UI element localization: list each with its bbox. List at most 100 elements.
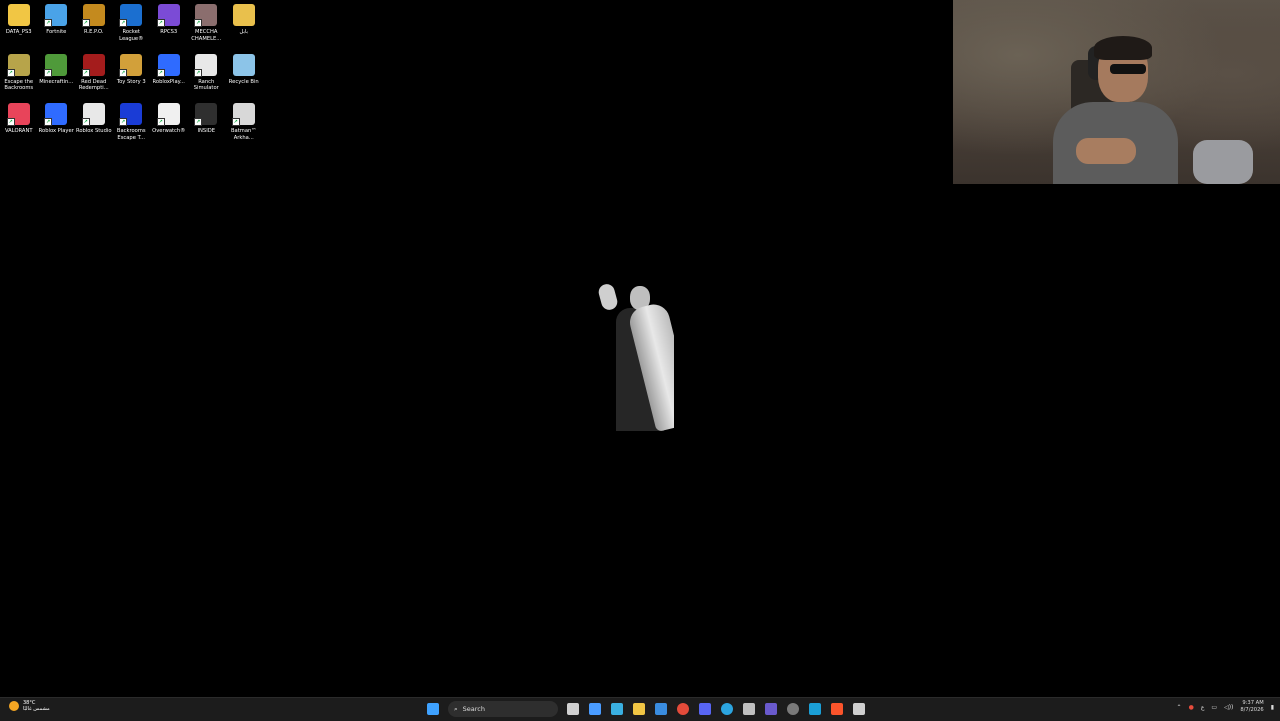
desktop-icon-label: Minecraftin... bbox=[39, 78, 74, 85]
meccha-chameleon-icon: ↗ bbox=[194, 4, 218, 27]
telegram-button[interactable] bbox=[717, 700, 737, 718]
overwatch-icon: ↗ bbox=[156, 103, 180, 126]
brave-button[interactable] bbox=[827, 700, 847, 718]
shortcut-arrow-icon: ↗ bbox=[81, 19, 90, 27]
shortcut-arrow-icon: ↗ bbox=[44, 118, 53, 126]
clock[interactable]: 9:37 AM 8/7/2026 bbox=[1240, 700, 1263, 714]
desktop-icon-label: Overwatch® bbox=[152, 128, 186, 134]
desktop-icon-label: INSIDE bbox=[197, 128, 215, 134]
desktop-icon[interactable]: Recycle Bin bbox=[225, 52, 263, 102]
shortcut-arrow-icon: ↗ bbox=[6, 118, 15, 126]
start-button[interactable] bbox=[423, 700, 443, 718]
recycle-bin-icon bbox=[232, 53, 255, 76]
desktop-icon[interactable]: بابل bbox=[225, 2, 263, 52]
copilot-button[interactable] bbox=[607, 700, 627, 718]
backrooms-escape-icon: ↗ bbox=[119, 103, 143, 126]
search-input[interactable]: ⌕ Search bbox=[448, 701, 558, 717]
chrome-icon bbox=[677, 703, 689, 715]
diamond-icon bbox=[765, 703, 777, 715]
app-record-button[interactable] bbox=[783, 700, 803, 718]
desktop-icon[interactable]: ↗ Roblox Player bbox=[38, 101, 76, 151]
steam-button[interactable] bbox=[805, 700, 825, 718]
desktop-icon[interactable]: ↗ Toy Story 3 bbox=[113, 52, 151, 102]
volume-icon[interactable]: ◁)) bbox=[1224, 704, 1233, 711]
desktop-icon[interactable]: ↗ Escape the Backrooms bbox=[0, 52, 38, 102]
shortcut-arrow-icon: ↗ bbox=[156, 118, 165, 126]
steam-icon bbox=[809, 703, 821, 715]
task-view-button[interactable] bbox=[563, 700, 583, 718]
webcam-overlay bbox=[953, 0, 1280, 184]
folder-icon bbox=[633, 703, 645, 715]
file-explorer-button[interactable] bbox=[629, 700, 649, 718]
desktop-icon[interactable]: ↗ Ranch Simulator bbox=[188, 52, 226, 102]
desktop-icon[interactable]: ↗ R.E.P.O. bbox=[75, 2, 113, 52]
discord-button[interactable] bbox=[695, 700, 715, 718]
desktop-icon[interactable]: ↗ VALORANT bbox=[0, 101, 38, 151]
toy-story-icon: ↗ bbox=[119, 53, 143, 77]
desktop-icons-grid: DATA_PS3 ↗ Fortnite ↗ R.E.P.O. ↗ Rocket League… bbox=[0, 2, 263, 151]
desktop-icon[interactable]: ↗ Roblox Studio bbox=[75, 101, 113, 151]
telegram-icon bbox=[721, 703, 733, 715]
batman-icon: ↗ bbox=[231, 103, 255, 126]
copilot-icon bbox=[611, 703, 623, 715]
windows-start-icon bbox=[427, 703, 439, 715]
shortcut-arrow-icon: ↗ bbox=[119, 19, 128, 27]
desktop-icon[interactable]: ↗ Backrooms Escape T... bbox=[113, 101, 151, 151]
widgets-icon bbox=[589, 703, 601, 715]
search-icon: ⌕ bbox=[454, 704, 458, 713]
chevron-up-icon[interactable]: ⌃ bbox=[1177, 704, 1182, 711]
escape-backrooms-icon: ↗ bbox=[6, 53, 30, 77]
app-diamond-button[interactable] bbox=[761, 700, 781, 718]
desktop-icon[interactable]: ↗ Minecraftin... bbox=[38, 52, 76, 102]
desktop-icon-label: DATA_PS3 bbox=[5, 29, 32, 35]
streamer-figure bbox=[1038, 36, 1188, 184]
roblox-player-icon: ↗ bbox=[44, 103, 68, 126]
desktop-icon[interactable]: ↗ RPCS3 bbox=[150, 2, 188, 52]
desktop-icon-label: R.E.P.O. bbox=[84, 29, 104, 35]
shortcut-arrow-icon: ↗ bbox=[81, 68, 90, 77]
desktop-icon-label: بابل bbox=[239, 29, 248, 35]
shortcut-arrow-icon: ↗ bbox=[119, 118, 128, 126]
shortcut-arrow-icon: ↗ bbox=[156, 19, 165, 27]
settings-button[interactable] bbox=[849, 700, 869, 718]
desktop-icon-label: Toy Story 3 bbox=[116, 78, 146, 85]
desktop-icon[interactable]: ↗ MECCHA CHAMELE... bbox=[188, 2, 226, 52]
network-icon[interactable]: ▭ bbox=[1211, 704, 1217, 711]
s-app-icon bbox=[743, 703, 755, 715]
widgets-button[interactable] bbox=[585, 700, 605, 718]
desktop-icon-label: Backrooms Escape T... bbox=[116, 128, 146, 141]
weather-desc: مشمس غالبًا bbox=[23, 706, 50, 712]
shortcut-arrow-icon: ↗ bbox=[194, 68, 203, 77]
discord-icon bbox=[699, 703, 711, 715]
desktop-icon[interactable]: ↗ Batman™ Arkha... bbox=[225, 101, 263, 151]
shortcut-arrow-icon: ↗ bbox=[231, 118, 240, 126]
folder-icon bbox=[232, 4, 255, 26]
rocket-league-icon: ↗ bbox=[119, 4, 143, 27]
weather-widget[interactable]: 38°C مشمس غالبًا bbox=[9, 700, 50, 712]
desktop-icon[interactable]: ↗ RobloxPlay... bbox=[150, 52, 188, 102]
sun-icon bbox=[9, 701, 19, 711]
desktop-icon-label: Roblox Player bbox=[38, 128, 74, 134]
notification-icon[interactable]: ▮ bbox=[1271, 704, 1274, 711]
store-button[interactable] bbox=[651, 700, 671, 718]
shortcut-arrow-icon: ↗ bbox=[6, 68, 15, 77]
taskbar-apps: ⌕ Search bbox=[422, 700, 870, 718]
red-dead-icon: ↗ bbox=[81, 53, 105, 77]
desktop-icon[interactable]: ↗ Rocket League® bbox=[113, 2, 151, 52]
desktop-icon-label: Batman™ Arkha... bbox=[231, 128, 257, 141]
language-indicator[interactable]: ع bbox=[1201, 704, 1205, 711]
desktop-icon[interactable]: ↗ INSIDE bbox=[188, 101, 226, 151]
app-s-button[interactable] bbox=[739, 700, 759, 718]
shortcut-arrow-icon: ↗ bbox=[119, 68, 128, 77]
desktop-icon[interactable]: ↗ Red Dead Redempti... bbox=[75, 52, 113, 102]
desktop-icon[interactable]: ↗ Fortnite bbox=[38, 2, 76, 52]
desktop-icon[interactable]: DATA_PS3 bbox=[0, 2, 38, 52]
store-icon bbox=[655, 703, 667, 715]
taskbar: 38°C مشمس غالبًا ⌕ Search ⌃ ● ع ▭ ◁)) 9:3… bbox=[0, 697, 1280, 721]
microphone-icon[interactable]: ● bbox=[1189, 704, 1194, 711]
chrome-button[interactable] bbox=[673, 700, 693, 718]
clock-date: 8/7/2026 bbox=[1240, 707, 1264, 713]
desktop-icon[interactable]: ↗ Overwatch® bbox=[150, 101, 188, 151]
roblox-studio-icon: ↗ bbox=[81, 103, 105, 126]
task-view-icon bbox=[567, 703, 579, 715]
